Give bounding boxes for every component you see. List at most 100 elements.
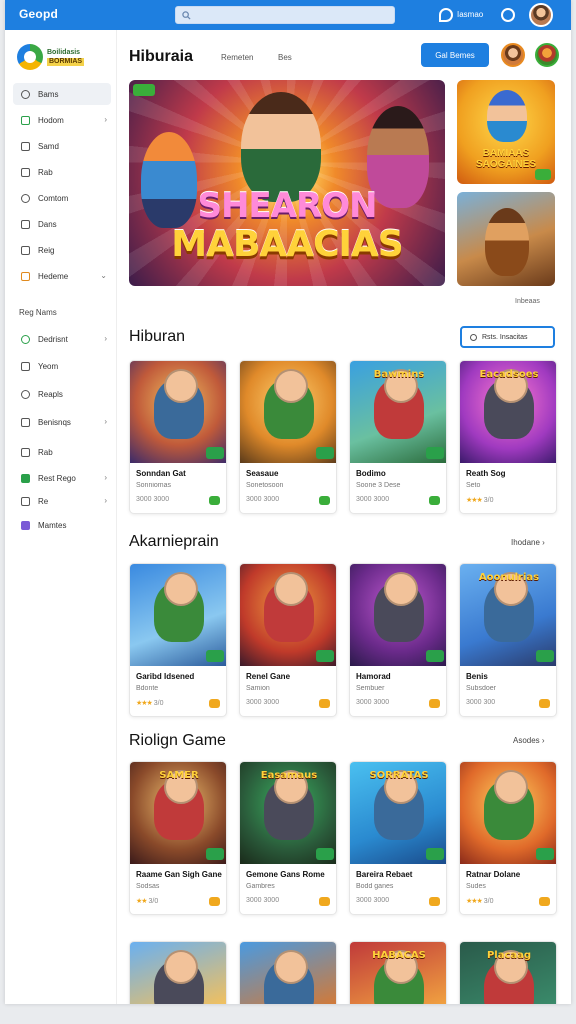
sidebar-item-10[interactable]: Yeom [13, 355, 111, 377]
game-meta-value: 3000 3000 [246, 496, 280, 503]
sidebar-item-5[interactable]: Comtom [13, 187, 111, 209]
game-title: Garibd Idsened [136, 672, 195, 681]
game-card[interactable]: Ratnar Dolane Sudes ★★★ 3/0 [459, 761, 557, 915]
game-thumbnail[interactable]: Bawmins [350, 361, 446, 463]
game-card[interactable]: Sonndan Gat Sonniomas 3000 3000 [129, 360, 227, 514]
thumbnail-tag [426, 650, 444, 662]
game-card[interactable]: SORRATAS Bareira Rebaet Bodd ganes 3000 300… [349, 761, 447, 915]
sidebar-item-4[interactable]: Rab [13, 161, 111, 183]
search-input[interactable] [195, 10, 385, 20]
game-card[interactable]: Easamaus Gemone Gans Rome Gambres 3000 3000 [239, 761, 337, 915]
sidebar-item-8[interactable]: Hedeme ⌄ [13, 265, 111, 287]
game-thumbnail[interactable]: Eacadsoes [460, 361, 556, 463]
sidebar-item-12[interactable]: Benisnqs › [13, 411, 111, 433]
game-character [154, 770, 204, 840]
game-card[interactable]: Renel Gane Samion 3000 3000 [239, 563, 337, 717]
game-thumbnail[interactable]: SORRATAS [350, 762, 446, 864]
status-badge [319, 496, 330, 505]
game-character [264, 572, 314, 642]
game-title: Ratnar Dolane [466, 870, 521, 879]
thumbnail-tag [316, 447, 334, 459]
location-icon[interactable] [439, 8, 453, 22]
game-thumbnail[interactable] [240, 564, 336, 666]
game-meta: 3000 3000 [356, 897, 389, 904]
game-card[interactable]: Bawmins Bodimo Soone 3 Dese 3000 3000 [349, 360, 447, 514]
sidebar-item-9[interactable]: Dedrisnt › [13, 328, 111, 350]
game-card[interactable]: Garibd Idsened Bdonte ★★★ 3/0 [129, 563, 227, 717]
logo-text: Boilidasis BORMIAS [47, 49, 85, 66]
game-card[interactable] [129, 941, 227, 1004]
section-more-link[interactable]: Asodes › [513, 736, 545, 745]
friend-avatar-1[interactable] [501, 43, 525, 67]
game-thumbnail[interactable] [460, 762, 556, 864]
section-action-button[interactable]: Rsts. Insacitas [460, 326, 555, 348]
game-meta: ★★★ 3/0 [466, 897, 494, 905]
game-card[interactable]: Placaag [459, 941, 557, 1004]
header-link-2[interactable]: Bes [278, 53, 292, 62]
user-avatar[interactable] [529, 3, 553, 27]
sidebar-item-home[interactable]: Bams [13, 83, 111, 105]
sidebar-item-3[interactable]: Samd [13, 135, 111, 157]
more-link[interactable]: Inbeaas [515, 298, 540, 305]
game-thumbnail[interactable] [130, 361, 226, 463]
game-thumbnail[interactable]: Easamaus [240, 762, 336, 864]
game-subtitle: Sembuer [356, 685, 385, 692]
game-thumbnail[interactable]: HABACAS [350, 942, 446, 1004]
hero-banner[interactable]: SHEARON MABAACIAS [129, 80, 445, 286]
game-card[interactable]: Eacadsoes Reath Sog Seto ★★★ 3/0 [459, 360, 557, 514]
game-card[interactable]: Aoonulrias Benis Subsdoer 3000 300 [459, 563, 557, 717]
user-label[interactable]: Iasmao [457, 10, 483, 19]
rating-stars: ★★★ [136, 700, 153, 707]
game-card[interactable]: Hamorad Sembuer 3000 3000 [349, 563, 447, 717]
game-thumbnail[interactable] [130, 942, 226, 1004]
image-icon [21, 219, 30, 229]
brand-name[interactable]: Geopd [19, 7, 58, 21]
side-banner-2[interactable] [457, 192, 555, 286]
game-meta: 3000 300 [466, 699, 495, 706]
game-character [264, 950, 314, 1004]
search-box[interactable] [175, 6, 395, 24]
primary-action-button[interactable]: Gal Bemes [421, 43, 489, 67]
game-card[interactable]: SAMER Raame Gan Sigh Gane Sodsas ★★ 3/0 [129, 761, 227, 915]
sidebar-item-13[interactable]: Rab [13, 441, 111, 463]
friend-avatar-2[interactable] [535, 43, 559, 67]
game-meta-value: 3000 3000 [246, 699, 280, 706]
sidebar-item-6[interactable]: Dans [13, 213, 111, 235]
game-card[interactable] [239, 941, 337, 1004]
sidebar-item-16[interactable]: Mamtes [13, 514, 111, 536]
page-title: Hiburaia [129, 48, 194, 65]
game-character [484, 950, 534, 1004]
game-card[interactable]: Seasaue Sonetosoon 3000 3000 [239, 360, 337, 514]
game-thumbnail[interactable]: Aoonulrias [460, 564, 556, 666]
game-meta-value: 3/0 [148, 898, 159, 905]
side-banner-2-character [485, 208, 529, 276]
thumbnail-tag [426, 848, 444, 860]
sidebar-item-14[interactable]: Rest Rego › [13, 467, 111, 489]
game-meta-value: 3/0 [153, 700, 164, 707]
game-subtitle: Gambres [246, 883, 275, 890]
game-thumbnail[interactable] [350, 564, 446, 666]
sidebar-item-7[interactable]: Reig [13, 239, 111, 261]
info-icon[interactable] [501, 8, 515, 22]
game-thumbnail[interactable]: SAMER [130, 762, 226, 864]
game-thumbnail[interactable] [240, 361, 336, 463]
game-title: Bodimo [356, 469, 386, 478]
header-link-1[interactable]: Remeten [221, 53, 253, 62]
target-icon [21, 334, 30, 344]
game-card[interactable]: HABACAS [349, 941, 447, 1004]
game-character [374, 369, 424, 439]
sidebar-item-11[interactable]: Reapls [13, 383, 111, 405]
monitor-icon [21, 361, 30, 371]
game-meta: 3000 3000 [246, 897, 279, 904]
section-more-link[interactable]: Ihodane › [511, 538, 545, 547]
status-badge [429, 897, 440, 906]
sidebar-item-15[interactable]: Re › [13, 490, 111, 512]
sidebar-item-2[interactable]: Hodom › [13, 109, 111, 131]
game-character [264, 770, 314, 840]
main-content: Hiburaia Remeten Bes Gal Bemes SHEARON M… [123, 30, 571, 1004]
side-banner-1[interactable]: BAMIAAS SAOGAINES [457, 80, 555, 184]
game-thumbnail[interactable]: Placaag [460, 942, 556, 1004]
game-thumbnail[interactable] [240, 942, 336, 1004]
game-thumbnail[interactable] [130, 564, 226, 666]
app-logo[interactable]: Boilidasis BORMIAS [17, 42, 103, 72]
